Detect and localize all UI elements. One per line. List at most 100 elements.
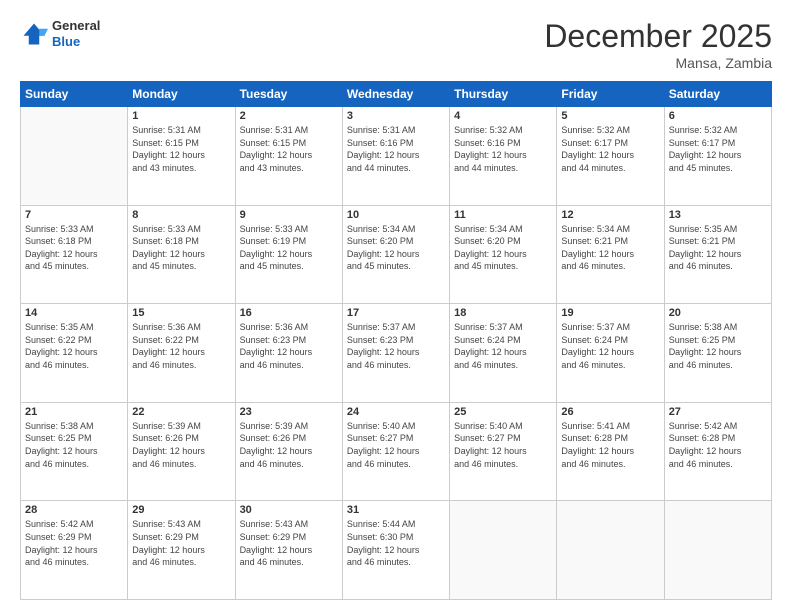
day-number: 9 [240, 209, 338, 221]
day-number: 21 [25, 406, 123, 418]
logo-text: General Blue [52, 18, 100, 49]
day-number: 5 [561, 110, 659, 122]
week-row-1: 1Sunrise: 5:31 AM Sunset: 6:15 PM Daylig… [21, 107, 772, 206]
day-number: 25 [454, 406, 552, 418]
calendar-cell: 12 Sunrise: 5:34 AM Sunset: 6:21 PM Dayli… [557, 205, 664, 304]
day-info: Sunrise: 5:31 AM Sunset: 6:15 PM Dayligh… [132, 124, 230, 174]
day-info: Sunrise: 5:39 AM Sunset: 6:26 PM Dayligh… [240, 420, 338, 470]
day-info: Sunrise: 5:34 AM Sunset: 6:20 PM Dayligh… [454, 223, 552, 273]
day-info: Sunrise: 5:35 AM Sunset: 6:21 PM Dayligh… [669, 223, 767, 273]
day-number: 24 [347, 406, 445, 418]
day-info: Sunrise: 5:32 AM Sunset: 6:16 PM Dayligh… [454, 124, 552, 174]
title-block: December 2025 Mansa, Zambia [544, 18, 772, 71]
calendar-table: Sunday Monday Tuesday Wednesday Thursday… [20, 81, 772, 600]
calendar-cell: 21 Sunrise: 5:38 AM Sunset: 6:25 PM Dayli… [21, 402, 128, 501]
col-tuesday: Tuesday [235, 82, 342, 107]
calendar-cell: 6 Sunrise: 5:32 AM Sunset: 6:17 PM Daylig… [664, 107, 771, 206]
day-info: Sunrise: 5:34 AM Sunset: 6:20 PM Dayligh… [347, 223, 445, 273]
day-info: Sunrise: 5:33 AM Sunset: 6:18 PM Dayligh… [132, 223, 230, 273]
day-info: Sunrise: 5:37 AM Sunset: 6:24 PM Dayligh… [561, 321, 659, 371]
calendar-cell: 15 Sunrise: 5:36 AM Sunset: 6:22 PM Dayli… [128, 304, 235, 403]
col-monday: Monday [128, 82, 235, 107]
day-number: 13 [669, 209, 767, 221]
day-number: 26 [561, 406, 659, 418]
day-number: 28 [25, 504, 123, 516]
calendar-cell: 10 Sunrise: 5:34 AM Sunset: 6:20 PM Dayli… [342, 205, 449, 304]
day-number: 14 [25, 307, 123, 319]
logo-blue-text: Blue [52, 34, 100, 50]
calendar-cell: 20Sunrise: 5:38 AM Sunset: 6:25 PM Dayli… [664, 304, 771, 403]
logo-general-text: General [52, 18, 100, 34]
day-number: 29 [132, 504, 230, 516]
calendar-cell: 24 Sunrise: 5:40 AM Sunset: 6:27 PM Dayli… [342, 402, 449, 501]
day-number: 27 [669, 406, 767, 418]
day-info: Sunrise: 5:39 AM Sunset: 6:26 PM Dayligh… [132, 420, 230, 470]
location-subtitle: Mansa, Zambia [544, 55, 772, 71]
calendar-cell: 19 Sunrise: 5:37 AM Sunset: 6:24 PM Dayli… [557, 304, 664, 403]
calendar-cell [557, 501, 664, 600]
day-info: Sunrise: 5:31 AM Sunset: 6:16 PM Dayligh… [347, 124, 445, 174]
day-info: Sunrise: 5:38 AM Sunset: 6:25 PM Dayligh… [25, 420, 123, 470]
day-number: 12 [561, 209, 659, 221]
day-number: 19 [561, 307, 659, 319]
day-number: 11 [454, 209, 552, 221]
day-info: Sunrise: 5:34 AM Sunset: 6:21 PM Dayligh… [561, 223, 659, 273]
day-info: Sunrise: 5:42 AM Sunset: 6:28 PM Dayligh… [669, 420, 767, 470]
calendar-cell: 22 Sunrise: 5:39 AM Sunset: 6:26 PM Dayli… [128, 402, 235, 501]
day-info: Sunrise: 5:43 AM Sunset: 6:29 PM Dayligh… [240, 518, 338, 568]
day-info: Sunrise: 5:31 AM Sunset: 6:15 PM Dayligh… [240, 124, 338, 174]
day-number: 15 [132, 307, 230, 319]
header: General Blue December 2025 Mansa, Zambia [20, 18, 772, 71]
calendar-cell: 13 Sunrise: 5:35 AM Sunset: 6:21 PM Dayli… [664, 205, 771, 304]
col-friday: Friday [557, 82, 664, 107]
day-number: 23 [240, 406, 338, 418]
day-number: 17 [347, 307, 445, 319]
week-row-4: 21 Sunrise: 5:38 AM Sunset: 6:25 PM Dayli… [21, 402, 772, 501]
col-saturday: Saturday [664, 82, 771, 107]
calendar-cell [450, 501, 557, 600]
week-row-5: 28 Sunrise: 5:42 AM Sunset: 6:29 PM Dayli… [21, 501, 772, 600]
calendar-cell: 31Sunrise: 5:44 AM Sunset: 6:30 PM Dayli… [342, 501, 449, 600]
calendar-cell: 30 Sunrise: 5:43 AM Sunset: 6:29 PM Dayli… [235, 501, 342, 600]
calendar-cell: 3 Sunrise: 5:31 AM Sunset: 6:16 PM Daylig… [342, 107, 449, 206]
day-info: Sunrise: 5:36 AM Sunset: 6:22 PM Dayligh… [132, 321, 230, 371]
calendar-header-row: Sunday Monday Tuesday Wednesday Thursday… [21, 82, 772, 107]
day-number: 4 [454, 110, 552, 122]
calendar-cell: 17 Sunrise: 5:37 AM Sunset: 6:23 PM Dayli… [342, 304, 449, 403]
day-number: 31 [347, 504, 445, 516]
day-number: 18 [454, 307, 552, 319]
day-number: 22 [132, 406, 230, 418]
day-number: 30 [240, 504, 338, 516]
day-info: Sunrise: 5:42 AM Sunset: 6:29 PM Dayligh… [25, 518, 123, 568]
day-number: 8 [132, 209, 230, 221]
logo-icon [20, 20, 48, 48]
logo: General Blue [20, 18, 100, 49]
day-number: 3 [347, 110, 445, 122]
day-number: 6 [669, 110, 767, 122]
calendar-cell: 7Sunrise: 5:33 AM Sunset: 6:18 PM Daylig… [21, 205, 128, 304]
day-info: Sunrise: 5:38 AM Sunset: 6:25 PM Dayligh… [669, 321, 767, 371]
day-info: Sunrise: 5:40 AM Sunset: 6:27 PM Dayligh… [347, 420, 445, 470]
day-info: Sunrise: 5:40 AM Sunset: 6:27 PM Dayligh… [454, 420, 552, 470]
calendar-cell: 29 Sunrise: 5:43 AM Sunset: 6:29 PM Dayli… [128, 501, 235, 600]
calendar-cell: 11 Sunrise: 5:34 AM Sunset: 6:20 PM Dayli… [450, 205, 557, 304]
calendar-cell: 1Sunrise: 5:31 AM Sunset: 6:15 PM Daylig… [128, 107, 235, 206]
calendar-cell: 25 Sunrise: 5:40 AM Sunset: 6:27 PM Dayli… [450, 402, 557, 501]
day-info: Sunrise: 5:43 AM Sunset: 6:29 PM Dayligh… [132, 518, 230, 568]
week-row-2: 7Sunrise: 5:33 AM Sunset: 6:18 PM Daylig… [21, 205, 772, 304]
day-info: Sunrise: 5:33 AM Sunset: 6:19 PM Dayligh… [240, 223, 338, 273]
calendar-cell: 14 Sunrise: 5:35 AM Sunset: 6:22 PM Dayli… [21, 304, 128, 403]
calendar-cell [664, 501, 771, 600]
col-thursday: Thursday [450, 82, 557, 107]
day-info: Sunrise: 5:33 AM Sunset: 6:18 PM Dayligh… [25, 223, 123, 273]
day-number: 2 [240, 110, 338, 122]
calendar-cell: 28 Sunrise: 5:42 AM Sunset: 6:29 PM Dayli… [21, 501, 128, 600]
day-info: Sunrise: 5:32 AM Sunset: 6:17 PM Dayligh… [669, 124, 767, 174]
calendar-cell: 4 Sunrise: 5:32 AM Sunset: 6:16 PM Daylig… [450, 107, 557, 206]
day-number: 10 [347, 209, 445, 221]
day-info: Sunrise: 5:35 AM Sunset: 6:22 PM Dayligh… [25, 321, 123, 371]
day-info: Sunrise: 5:37 AM Sunset: 6:23 PM Dayligh… [347, 321, 445, 371]
col-wednesday: Wednesday [342, 82, 449, 107]
month-title: December 2025 [544, 18, 772, 55]
day-info: Sunrise: 5:41 AM Sunset: 6:28 PM Dayligh… [561, 420, 659, 470]
